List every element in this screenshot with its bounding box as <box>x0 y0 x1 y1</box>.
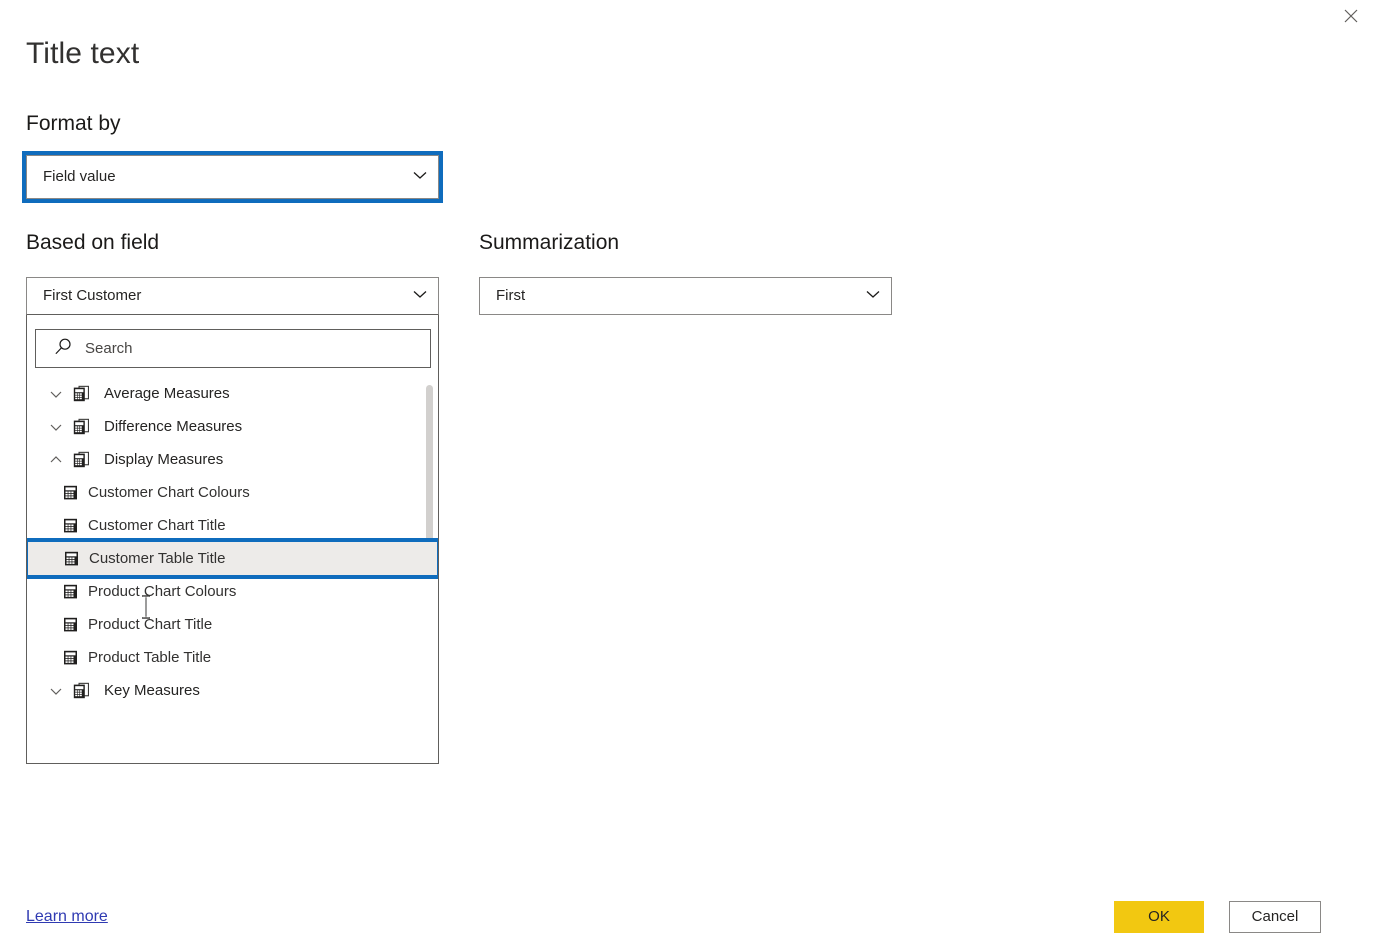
tree-item-label: Product Chart Colours <box>88 582 237 600</box>
tree-scrollbar-thumb[interactable] <box>426 385 433 545</box>
search-icon <box>54 337 73 361</box>
page-title: Title text <box>26 37 140 70</box>
chevron-up-icon[interactable] <box>43 452 69 468</box>
based-on-field-label: Based on field <box>26 231 160 254</box>
chevron-down-icon[interactable] <box>43 419 69 435</box>
close-button[interactable] <box>1328 0 1374 32</box>
calculator-icon <box>63 650 78 665</box>
tree-item-label: Key Measures <box>104 681 200 699</box>
format-by-label: Format by <box>26 112 121 135</box>
tree-item[interactable]: Product Table Title <box>27 641 438 674</box>
based-on-field-dropdown[interactable]: First Customer <box>26 277 439 315</box>
tree-item[interactable]: Key Measures <box>27 674 438 707</box>
calculator-icon <box>63 485 78 500</box>
field-tree: Average Measures Difference Measures Displ… <box>27 377 438 762</box>
tree-item[interactable]: Average Measures <box>27 377 438 410</box>
tree-item-label: Product Chart Title <box>88 615 213 633</box>
summarization-label: Summarization <box>479 231 620 254</box>
ok-button[interactable]: OK <box>1114 901 1204 933</box>
calculator-icon <box>63 518 78 533</box>
learn-more-link[interactable]: Learn more <box>26 906 108 928</box>
format-by-dropdown[interactable]: Field value <box>22 151 443 203</box>
tree-item[interactable]: Customer Table Title <box>27 538 438 579</box>
tree-item[interactable]: Display Measures <box>27 443 438 476</box>
tree-item-label: Customer Table Title <box>89 549 226 567</box>
calculator-icon <box>63 617 78 632</box>
tree-item[interactable]: Product Chart Title <box>27 608 438 641</box>
summarization-value: First <box>496 287 526 304</box>
tree-item-label: Product Table Title <box>88 648 212 666</box>
search-box[interactable] <box>35 329 431 368</box>
title-text-dialog: Title text Format by Field value Based o… <box>0 0 1374 947</box>
field-picker-panel: Average Measures Difference Measures Displ… <box>26 315 439 764</box>
tree-item[interactable]: Customer Chart Title <box>27 509 438 542</box>
search-input[interactable] <box>85 340 420 357</box>
tree-item-label: Customer Chart Colours <box>88 483 250 501</box>
cancel-button[interactable]: Cancel <box>1229 901 1321 933</box>
chevron-down-icon <box>412 286 428 306</box>
tree-item-label: Display Measures <box>104 450 224 468</box>
tree-item[interactable]: Difference Measures <box>27 410 438 443</box>
tree-item-label: Difference Measures <box>104 417 243 435</box>
measure-table-icon <box>73 682 90 699</box>
close-icon <box>1344 9 1358 23</box>
chevron-down-icon[interactable] <box>43 386 69 402</box>
calculator-icon <box>63 584 78 599</box>
tree-item-label: Customer Chart Title <box>88 516 226 534</box>
tree-item-label: Average Measures <box>104 384 230 402</box>
measure-table-icon <box>73 385 90 402</box>
measure-table-icon <box>73 418 90 435</box>
tree-item[interactable]: Customer Chart Colours <box>27 476 438 509</box>
measure-table-icon <box>73 451 90 468</box>
summarization-dropdown[interactable]: First <box>479 277 892 315</box>
chevron-down-icon <box>865 286 881 306</box>
tree-item[interactable]: Product Chart Colours <box>27 575 438 608</box>
based-on-field-value: First Customer <box>43 287 142 304</box>
chevron-down-icon <box>412 167 428 187</box>
format-by-value: Field value <box>43 168 116 185</box>
calculator-icon <box>64 551 79 566</box>
chevron-down-icon[interactable] <box>43 683 69 699</box>
